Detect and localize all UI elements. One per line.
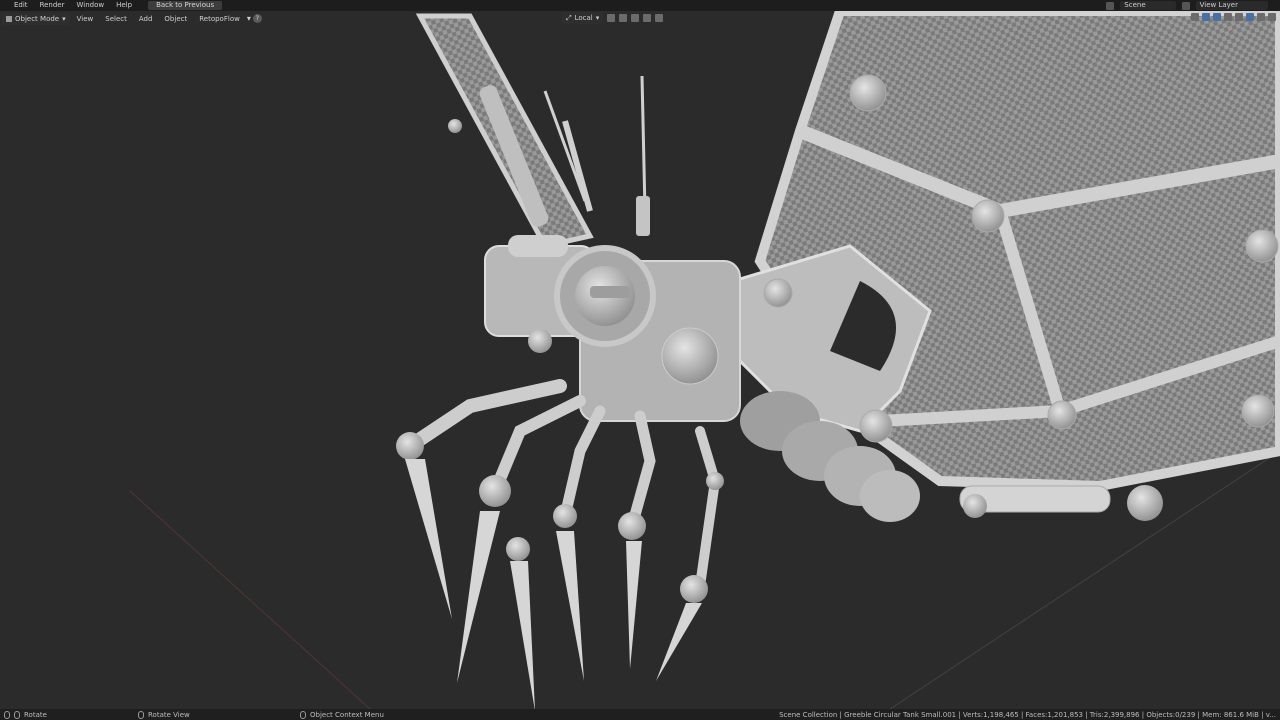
top-menu-bar: Edit Render Window Help Back to Previous… — [0, 0, 1280, 11]
needle-feet — [405, 459, 702, 709]
mouse-middle-icon — [138, 710, 144, 719]
back-wing — [415, 13, 594, 249]
hint-rotate-label: Rotate — [24, 710, 47, 719]
gizmo-icon[interactable] — [1202, 13, 1210, 21]
menu-select[interactable]: Select — [100, 13, 132, 25]
help-icon[interactable]: ? — [252, 14, 262, 23]
proportional-editing-icon[interactable] — [643, 14, 652, 22]
chevron-down-icon: ▾ — [62, 14, 66, 23]
workspace-selectors: Scene View Layer — [1106, 1, 1280, 10]
main-menu: Edit Render Window Help — [0, 0, 138, 11]
scene-statistics: Scene Collection | Greeble Circular Tank… — [779, 710, 1276, 719]
object-mode-icon — [6, 15, 12, 22]
object-mode-label: Object Mode — [15, 14, 60, 23]
hint-context-menu-label: Object Context Menu — [310, 710, 384, 719]
scene-icon — [1106, 1, 1115, 10]
menu-render[interactable]: Render — [34, 0, 71, 11]
snap-target-icon[interactable] — [631, 14, 640, 22]
chevron-down-icon: ▾ — [246, 14, 251, 23]
back-to-previous-label: Back to Previous — [156, 1, 215, 9]
view-layer-selector[interactable]: View Layer — [1195, 1, 1268, 10]
hint-context-menu: Object Context Menu — [300, 710, 384, 719]
hint-rotate-view-label: Rotate View — [148, 710, 190, 719]
menu-add[interactable]: Add — [134, 13, 158, 25]
material-shading-icon[interactable] — [1257, 13, 1265, 21]
orientation-icon: ⤢ — [566, 13, 572, 22]
transform-tools: ⤢ Local ▾ — [562, 12, 664, 24]
viewport-menus: Object Mode ▾ View Select Add Object Ret… — [0, 12, 262, 25]
viewport-header: Object Mode ▾ View Select Add Object Ret… — [0, 11, 1280, 26]
scene-selector[interactable]: Scene — [1120, 1, 1176, 10]
scene-label: Scene — [1124, 1, 1146, 9]
status-bar: Rotate Rotate View Object Context Menu S… — [0, 709, 1280, 720]
leg-joints — [396, 432, 724, 603]
wireframe-shading-icon[interactable] — [1235, 13, 1243, 21]
menu-view[interactable]: View — [72, 13, 99, 25]
mouse-right-icon — [300, 710, 306, 719]
menu-help[interactable]: Help — [110, 0, 138, 11]
hint-rotate-view: Rotate View — [138, 710, 190, 719]
mouse-right-icon — [14, 710, 20, 719]
menu-edit[interactable]: Edit — [8, 0, 34, 11]
hint-rotate: Rotate — [4, 710, 47, 719]
piston — [959, 485, 1163, 521]
view-layer-icon — [1181, 1, 1190, 10]
falloff-icon[interactable] — [655, 14, 664, 22]
view-layer-label: View Layer — [1199, 1, 1238, 9]
transform-orientation-dropdown[interactable]: ⤢ Local ▾ — [562, 12, 604, 24]
menu-object[interactable]: Object — [159, 13, 192, 25]
x-axis-line — [129, 490, 371, 709]
back-to-previous-button[interactable]: Back to Previous — [148, 1, 223, 10]
3d-viewport[interactable] — [0, 11, 1280, 709]
visibility-icon[interactable] — [1191, 13, 1199, 21]
viewport-shading-tools — [1191, 13, 1276, 21]
robotic-insect-model — [129, 11, 1280, 709]
pivot-point-icon[interactable] — [607, 14, 616, 22]
object-mode-dropdown[interactable]: Object Mode ▾ — [2, 12, 70, 25]
snap-icon[interactable] — [619, 14, 628, 22]
mouse-left-icon — [4, 710, 10, 719]
overlays-icon[interactable] — [1213, 13, 1221, 21]
chevron-down-icon: ▾ — [595, 14, 600, 22]
solid-shading-icon[interactable] — [1246, 13, 1254, 21]
menu-retopoflow[interactable]: RetopoFlow — [194, 13, 245, 25]
menu-window[interactable]: Window — [70, 0, 110, 11]
orientation-label: Local — [574, 14, 593, 22]
rendered-shading-icon[interactable] — [1268, 13, 1276, 21]
xray-icon[interactable] — [1224, 13, 1232, 21]
